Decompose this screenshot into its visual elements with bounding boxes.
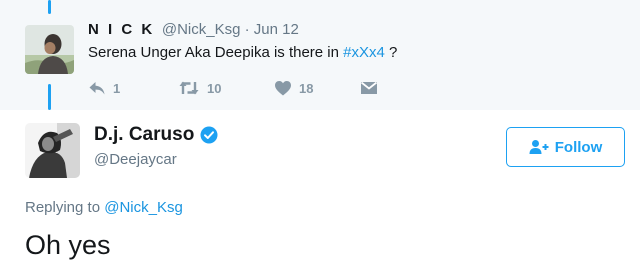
thread-connector [48,84,51,110]
retweet-button[interactable]: 10 [178,78,221,98]
like-count: 18 [299,80,314,96]
main-tweet-author-name-text: D.j. Caruso [94,124,195,145]
direct-message-icon [360,81,378,94]
main-tweet-avatar[interactable] [25,123,80,178]
retweet-icon [179,81,199,95]
add-user-icon [529,140,549,154]
follow-button-label: Follow [554,138,603,156]
parent-tweet-author-name[interactable]: N I C K [88,21,155,38]
like-button[interactable]: 18 [274,78,313,98]
parent-tweet-date[interactable]: Jun 12 [254,21,299,38]
heart-icon [275,81,291,96]
reply-count: 1 [113,80,121,96]
replying-to-prefix: Replying to [25,199,105,216]
retweet-count: 10 [207,80,222,96]
header-separator: · [244,21,250,38]
parent-tweet-text: Serena Unger Aka Deepika is there in #xX… [88,43,397,63]
main-tweet-author-handle[interactable]: @Deejaycar [94,150,177,170]
parent-tweet-avatar[interactable] [25,25,74,74]
parent-tweet-text-end: ? [384,44,398,61]
direct-message-button[interactable] [360,78,378,98]
parent-tweet-text-body: Serena Unger Aka Deepika is there in [88,44,344,61]
thread-connector-top [48,0,51,14]
replying-to-line: Replying to @Nick_Ksg [25,198,183,218]
main-tweet-text: Oh yes [25,230,111,260]
verified-badge-icon [200,126,218,144]
follow-button[interactable]: Follow [506,127,625,167]
parent-tweet-author-handle[interactable]: @Nick_Ksg [162,21,241,38]
main-tweet-author-name[interactable]: D.j. Caruso [94,123,218,147]
replying-to-link[interactable]: @Nick_Ksg [104,199,183,216]
reply-icon [89,82,105,95]
parent-tweet-header: N I C K @Nick_Ksg · Jun 12 [88,20,299,40]
hashtag-link[interactable]: #xXx4 [343,44,385,61]
reply-button[interactable]: 1 [88,78,120,98]
